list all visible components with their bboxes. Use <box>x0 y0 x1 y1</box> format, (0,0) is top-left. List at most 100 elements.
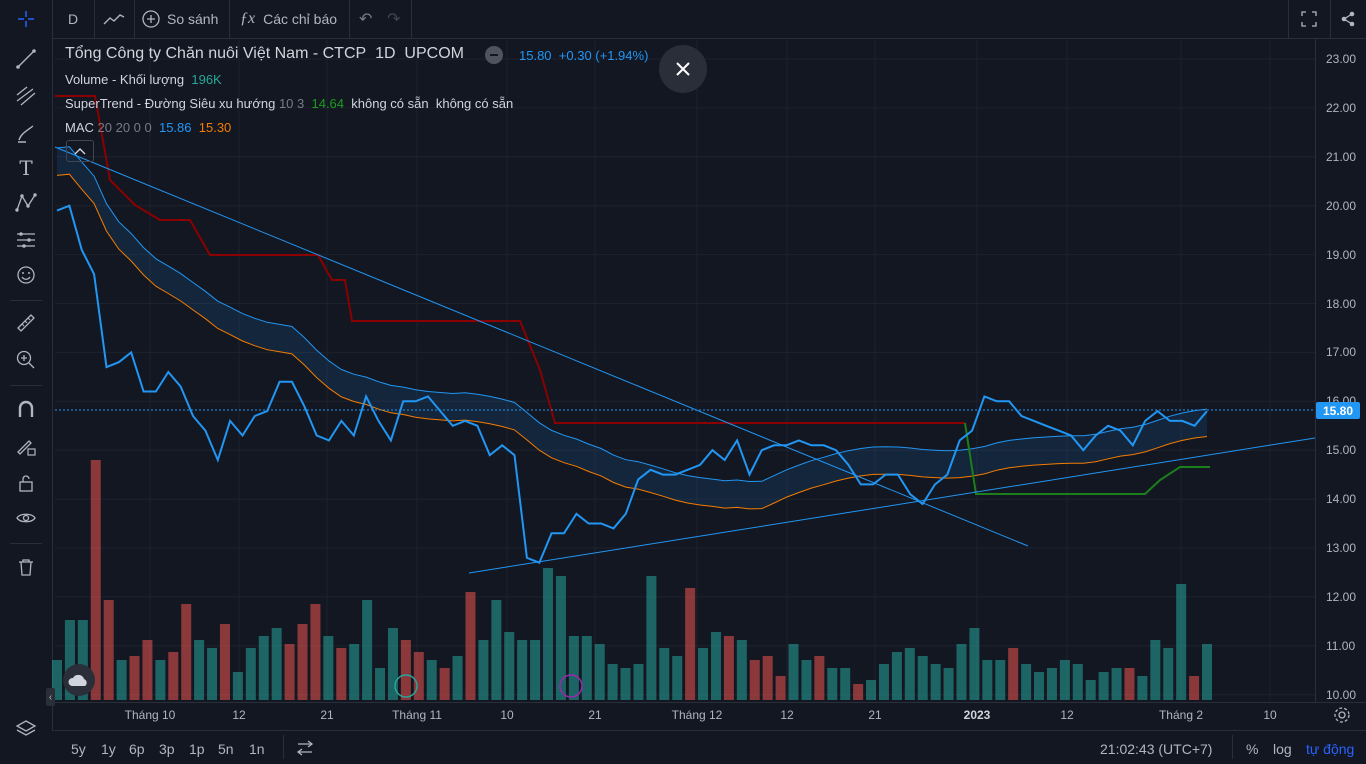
volume-bar <box>672 656 683 700</box>
percent-toggle[interactable]: % <box>1246 741 1258 757</box>
volume-bar <box>1163 648 1174 700</box>
settings-gear-icon[interactable] <box>1333 706 1351 729</box>
close-button[interactable] <box>659 45 707 93</box>
volume-bar <box>323 636 334 700</box>
supertrend-legend[interactable]: SuperTrend - Đường Siêu xu hướng 10 3 14… <box>65 96 513 111</box>
volume-bar <box>633 664 644 700</box>
time-tick-label: 21 <box>868 708 882 722</box>
volume-bar <box>103 600 114 700</box>
volume-bar <box>814 656 825 700</box>
volume-bar <box>426 660 437 700</box>
time-tick-label: 12 <box>232 708 246 722</box>
mac-params: 20 20 0 0 <box>97 120 152 135</box>
cloud-logo-icon <box>68 674 87 686</box>
volume-bar <box>504 632 515 700</box>
volume-bar <box>362 600 373 700</box>
range-button-1y[interactable]: 1y <box>101 741 116 757</box>
volume-bar <box>1150 640 1161 700</box>
tradingview-logo[interactable] <box>63 664 95 696</box>
scroll-left-icon[interactable]: ‹ <box>46 688 55 706</box>
time-axis-border <box>52 702 1366 703</box>
volume-bar <box>181 604 192 700</box>
volume-bar <box>762 656 773 700</box>
volume-bar <box>723 636 734 700</box>
volume-bar <box>1176 584 1187 700</box>
volume-bar <box>543 568 554 700</box>
volume-bar <box>310 604 321 700</box>
volume-bar <box>207 648 218 700</box>
chart-grid <box>55 40 1315 700</box>
range-button-6p[interactable]: 6p <box>129 741 145 757</box>
mac-upper-value: 15.86 <box>158 120 192 135</box>
volume-bar <box>866 680 877 700</box>
volume-bar <box>1111 668 1122 700</box>
last-price-badge: 15.80 <box>1316 402 1360 419</box>
volume-bar <box>1034 672 1045 700</box>
volume-bar <box>1202 644 1212 700</box>
volume-bar <box>982 660 993 700</box>
time-tick-label: 21 <box>588 708 602 722</box>
volume-bar <box>607 664 618 700</box>
price-tick-label: 23.00 <box>1326 52 1357 66</box>
price-tick-label: 13.00 <box>1326 541 1357 555</box>
range-button-3p[interactable]: 3p <box>159 741 175 757</box>
log-toggle[interactable]: log <box>1273 741 1292 757</box>
volume-bar <box>349 644 360 700</box>
volume-bar <box>685 588 696 700</box>
volume-bar <box>827 668 838 700</box>
volume-bar <box>749 660 760 700</box>
volume-bar <box>710 632 721 700</box>
time-tick-label: 2023 <box>963 708 991 722</box>
price-tick-label: 14.00 <box>1326 492 1357 507</box>
range-button-1n[interactable]: 1n <box>249 741 265 757</box>
supertrend-value: 14.64 <box>311 96 345 111</box>
supertrend-down-line <box>55 95 965 424</box>
volume-bar <box>840 668 851 700</box>
volume-bar <box>891 652 902 700</box>
volume-bar <box>142 640 153 700</box>
symbol-title: Tổng Công ty Chăn nuôi Việt Nam - CTCP 1… <box>65 45 464 62</box>
volume-bar <box>129 656 140 700</box>
mac-legend[interactable]: MAC 20 20 0 0 15.86 15.30 <box>65 120 231 135</box>
volume-bar <box>1189 676 1200 700</box>
volume-bar <box>995 660 1006 700</box>
price-tick-label: 22.00 <box>1326 100 1357 115</box>
volume-bar <box>1059 660 1070 700</box>
range-button-1p[interactable]: 1p <box>189 741 205 757</box>
volume-bar <box>336 648 347 700</box>
volume-bar <box>1008 648 1019 700</box>
range-button-5y[interactable]: 5y <box>71 741 86 757</box>
volume-bar <box>116 660 127 700</box>
price-tick-label: 10.00 <box>1326 687 1357 702</box>
price-tick-label: 15.00 <box>1326 443 1357 458</box>
volume-bar <box>1021 664 1032 700</box>
volume-bar <box>736 640 747 700</box>
volume-bar <box>1085 680 1096 700</box>
volume-bar <box>219 624 230 700</box>
volume-bar <box>969 628 980 700</box>
range-button-5n[interactable]: 5n <box>218 741 234 757</box>
volume-bar <box>297 624 308 700</box>
volume-bar <box>491 600 502 700</box>
status-dot-icon[interactable] <box>485 46 503 64</box>
time-tick-label: Tháng 11 <box>392 708 442 722</box>
volume-bar <box>478 640 489 700</box>
volume-bar <box>155 660 166 700</box>
volume-legend[interactable]: Volume - Khối lượng 196K <box>65 72 222 87</box>
volume-bar <box>917 656 928 700</box>
goto-date-icon[interactable] <box>296 740 314 761</box>
collapse-legend-button[interactable] <box>66 140 94 162</box>
volume-bar <box>620 668 631 700</box>
volume-bar <box>168 652 179 700</box>
volume-bar <box>439 668 450 700</box>
price-tick-label: 21.00 <box>1326 149 1357 164</box>
auto-scale-toggle[interactable]: tự động <box>1306 741 1354 757</box>
timeframe-label: 1D <box>375 45 396 62</box>
volume-bar <box>904 648 915 700</box>
volume-bar <box>801 660 812 700</box>
price-chart[interactable] <box>0 0 1366 763</box>
volume-bar <box>943 668 954 700</box>
volume-bar <box>400 640 411 700</box>
exchange-label: UPCOM <box>404 45 464 62</box>
volume-bar <box>853 684 864 700</box>
